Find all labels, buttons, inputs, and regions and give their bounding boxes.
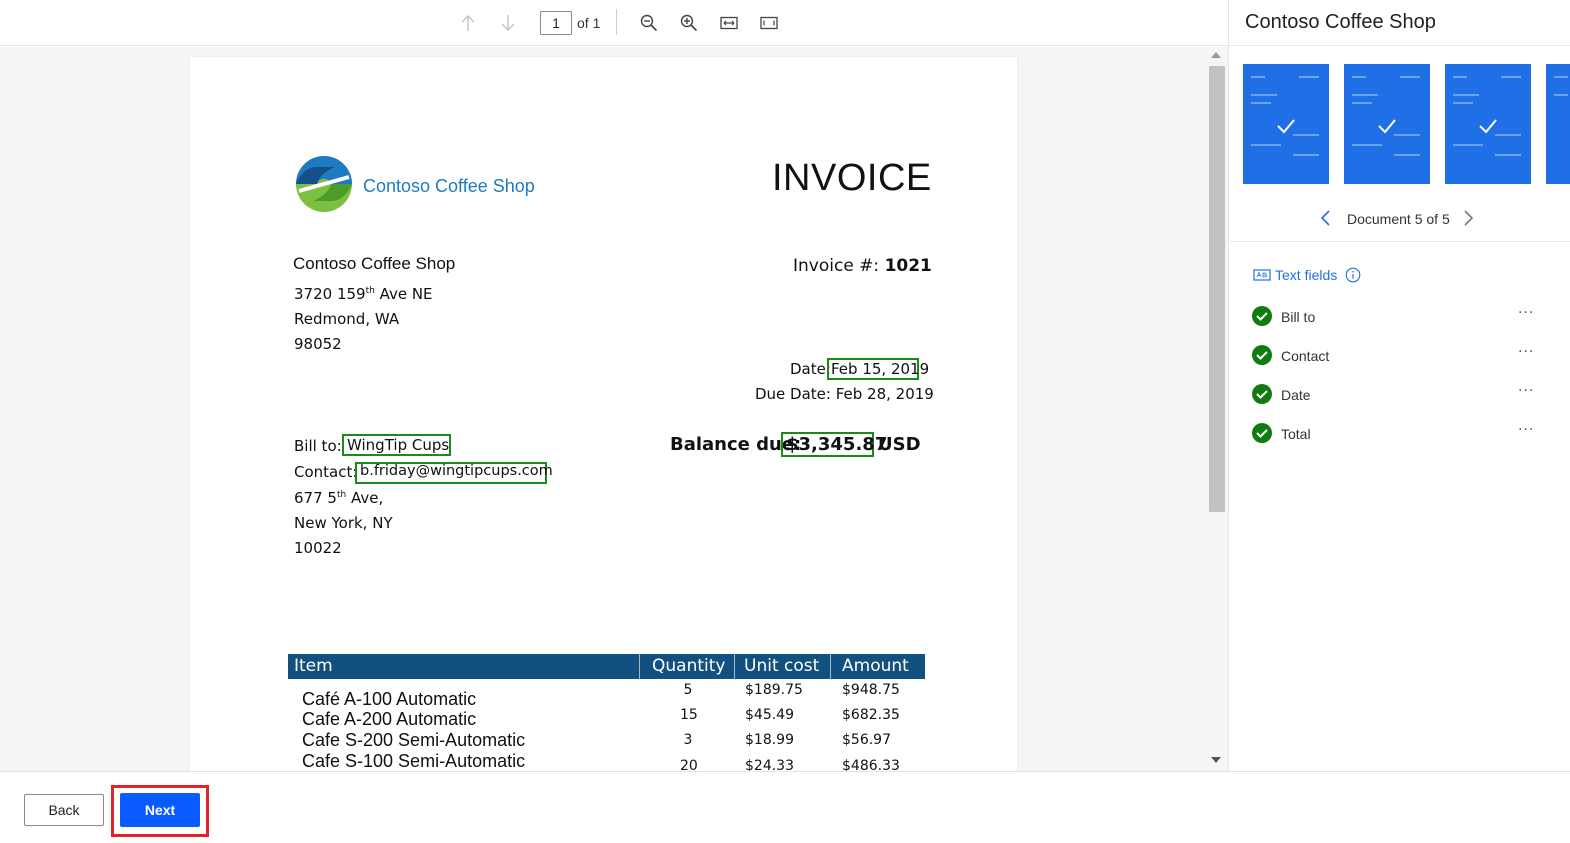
text-field-icon [1253, 269, 1271, 281]
field-row-bill-to[interactable]: Bill to ··· [1251, 305, 1551, 329]
column-header-amount: Amount [842, 656, 909, 676]
bill-street: 677 5th Ave, [294, 489, 384, 507]
date-value: Feb 15, 2019 [831, 360, 930, 378]
field-row-total[interactable]: Total ··· [1251, 422, 1551, 446]
document-thumbnail[interactable] [1546, 64, 1570, 184]
field-row-date[interactable]: Date ··· [1251, 383, 1551, 407]
balance-due-value: $3,345.87 [786, 434, 888, 455]
scroll-down-arrow-icon[interactable] [1211, 757, 1221, 763]
contact-value: b.friday@wingtipcups.com [360, 463, 553, 479]
item-unit-cost: $45.49 [745, 707, 794, 723]
text-fields-label: Text fields [1275, 267, 1338, 283]
header-divider [830, 654, 831, 679]
document-thumbnail[interactable] [1344, 64, 1430, 184]
scroll-up-arrow-icon[interactable] [1211, 52, 1221, 58]
chevron-left-icon[interactable] [1319, 209, 1331, 227]
logo-company-name: Contoso Coffee Shop [363, 176, 535, 196]
scrollbar-thumb[interactable] [1209, 66, 1225, 512]
item-name: Cafe S-100 Semi-Automatic [302, 751, 526, 771]
page-count-label: of 1 [577, 15, 601, 31]
seller-name: Contoso Coffee Shop [293, 254, 456, 273]
item-quantity: 15 [680, 707, 698, 723]
item-quantity: 5 [683, 682, 693, 698]
seller-zip: 98052 [294, 335, 342, 353]
contoso-logo-icon [296, 156, 352, 212]
more-options-icon[interactable]: ··· [1518, 344, 1534, 360]
more-options-icon[interactable]: ··· [1518, 422, 1534, 438]
item-quantity: 20 [680, 758, 698, 771]
items-table: Item Quantity Unit cost Amount Café A-10… [288, 654, 925, 771]
document-thumbnail[interactable] [1445, 64, 1531, 184]
header-divider [734, 654, 735, 679]
table-row: Cafe A-200 Automatic 15 $45.49 $682.35 [288, 703, 925, 729]
item-unit-cost: $24.33 [745, 758, 794, 771]
more-options-icon[interactable]: ··· [1518, 305, 1534, 321]
table-row: Café A-100 Automatic 5 $189.75 $948.75 [288, 679, 925, 709]
fit-page-icon[interactable] [757, 11, 781, 35]
fit-width-icon[interactable] [717, 11, 741, 35]
back-button[interactable]: Back [24, 794, 104, 826]
due-date: Due Date: Feb 28, 2019 [755, 385, 934, 403]
check-circle-icon [1252, 306, 1272, 326]
column-header-unit-cost: Unit cost [744, 656, 820, 676]
bill-zip: 10022 [294, 539, 342, 557]
seller-street: 3720 159th Ave NE [294, 285, 433, 303]
page-number-input[interactable]: 1 [540, 11, 572, 35]
bill-to-label: Bill to: [294, 437, 342, 455]
check-circle-icon [1252, 384, 1272, 404]
item-unit-cost: $189.75 [745, 682, 803, 698]
invoice-title: INVOICE [772, 157, 932, 199]
field-row-contact[interactable]: Contact ··· [1251, 344, 1551, 368]
bill-to-value: WingTip Cups [347, 436, 450, 454]
column-header-item: Item [294, 656, 333, 676]
bill-city: New York, NY [294, 514, 393, 532]
field-label: Bill to [1281, 309, 1316, 325]
next-button[interactable]: Next [120, 793, 200, 827]
column-header-quantity: Quantity [652, 656, 726, 676]
item-amount: $486.33 [842, 758, 900, 771]
document-viewer[interactable]: Contoso Coffee Shop INVOICE Contoso Coff… [0, 47, 1228, 771]
document-position-label: Document 5 of 5 [1347, 211, 1450, 227]
app-root: 1 of 1 Contoso Coffee Shop INVOICE Conto… [0, 0, 1570, 843]
document-navigator: Document 5 of 5 [1229, 206, 1570, 230]
checkmark-icon [1479, 119, 1497, 134]
divider [1229, 241, 1570, 242]
item-amount: $948.75 [842, 682, 900, 698]
footer-bar: Back Next [0, 771, 1570, 843]
checkmark-icon [1378, 119, 1396, 134]
item-amount: $682.35 [842, 707, 900, 723]
previous-page-arrow-icon[interactable] [456, 11, 480, 35]
document-thumbnail[interactable] [1243, 64, 1329, 184]
header-divider [639, 654, 640, 679]
invoice-page: Contoso Coffee Shop INVOICE Contoso Coff… [190, 57, 1017, 771]
date-label: Date: [790, 360, 831, 378]
field-label: Date [1281, 387, 1311, 403]
check-circle-icon [1252, 423, 1272, 443]
items-table-header: Item Quantity Unit cost Amount [288, 654, 925, 679]
more-options-icon[interactable]: ··· [1518, 383, 1534, 399]
next-page-arrow-icon[interactable] [496, 11, 520, 35]
contact-label: Contact: [294, 463, 358, 481]
zoom-out-icon[interactable] [637, 11, 661, 35]
chevron-right-icon[interactable] [1463, 209, 1475, 227]
check-circle-icon [1252, 345, 1272, 365]
seller-city: Redmond, WA [294, 310, 400, 328]
field-label: Contact [1281, 348, 1330, 364]
document-panel: Contoso Coffee Shop Document 5 of 5 Text… [1228, 0, 1570, 771]
info-icon[interactable] [1345, 267, 1361, 283]
divider [1229, 45, 1570, 46]
zoom-in-icon[interactable] [677, 11, 701, 35]
table-row: Cafe S-200 Semi-Automatic 3 $18.99 $56.9… [288, 724, 925, 750]
checkmark-icon [1277, 119, 1295, 134]
text-fields-header[interactable]: Text fields [1253, 265, 1361, 285]
field-label: Total [1281, 426, 1311, 442]
balance-currency: USD [878, 434, 921, 455]
toolbar-divider [616, 9, 617, 35]
viewer-toolbar: 1 of 1 [0, 0, 1228, 46]
invoice-number-line: Invoice #: 1021 [793, 256, 932, 276]
table-row: Cafe S-100 Semi-Automatic 20 $24.33 $486… [288, 745, 925, 771]
panel-title: Contoso Coffee Shop [1245, 11, 1436, 33]
